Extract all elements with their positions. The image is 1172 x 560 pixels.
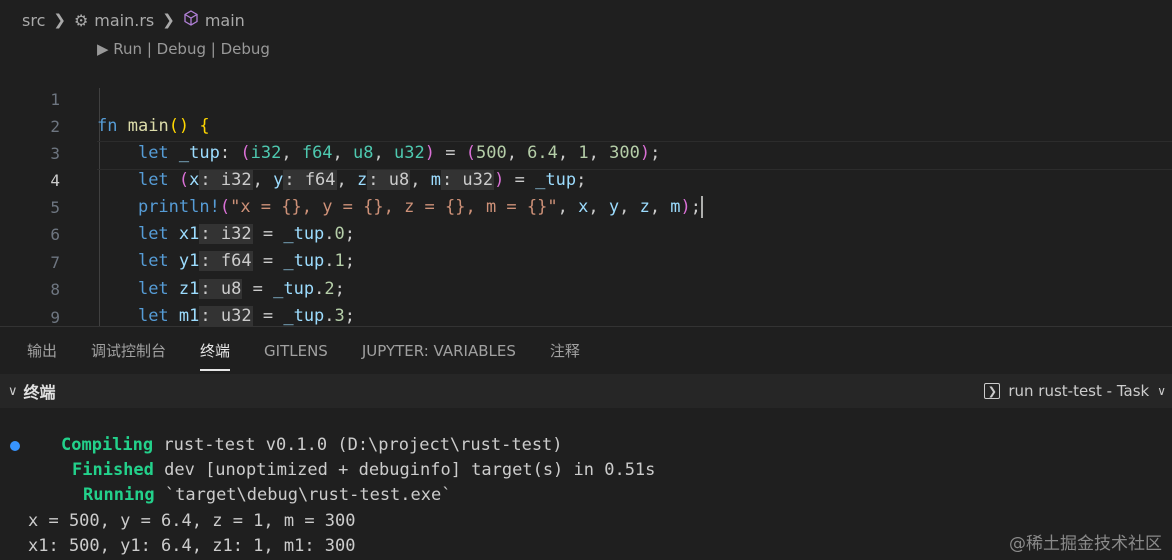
task-label: run rust-test - Task (1008, 382, 1150, 400)
code-line: 1 fn main() { (0, 59, 1172, 136)
terminal-line: x = 500, y = 6.4, z = 1, m = 300 (28, 511, 356, 531)
breadcrumb: src ❯ ⚙ main.rs ❯ main (0, 0, 1172, 40)
tab-debug-console[interactable]: 调试控制台 (91, 327, 166, 375)
terminal-output[interactable]: Compiling rust-test v0.1.0 (D:\project\r… (0, 408, 1172, 560)
rust-file-icon: ⚙ (73, 10, 89, 30)
code-line: 5 let x1: i32 = _tup.0; (0, 167, 1172, 244)
chevron-down-icon[interactable]: ∨ (1157, 384, 1166, 398)
terminal-line: Running `target\debug\rust-test.exe` (83, 485, 452, 505)
terminal-title: 终端 (23, 383, 56, 402)
code-editor[interactable]: ▶ Run | Debug | Debug 1 fn main() { 2 le… (0, 36, 1172, 326)
terminal-header: ∨ 终端 ❯ run rust-test - Task ∨ (0, 374, 1172, 408)
code-line: 9 println!("x1: {}, y1: {}, z1: {}, m1: … (0, 277, 1172, 326)
code-line: 2 let _tup: (i32, f64, u8, u32) = (500, … (0, 86, 1172, 163)
chevron-right-icon: ❯ (162, 11, 175, 29)
code-line: 7 let z1: u8 = _tup.2; (0, 222, 1172, 299)
breadcrumb-file[interactable]: main.rs (94, 11, 154, 30)
breadcrumb-symbol[interactable]: main (205, 11, 245, 30)
codelens[interactable]: ▶ Run | Debug | Debug (97, 40, 270, 58)
code-line: 10 } (0, 304, 1172, 326)
terminal-line: Compiling rust-test v0.1.0 (D:\project\r… (61, 435, 563, 455)
chevron-down-icon[interactable]: ∨ (8, 384, 18, 399)
tab-output[interactable]: 输出 (27, 327, 57, 375)
terminal-line: Finished dev [unoptimized + debuginfo] t… (72, 460, 656, 480)
tab-terminal[interactable]: 终端 (200, 327, 231, 375)
tab-comments[interactable]: 注释 (550, 327, 580, 375)
breadcrumb-folder[interactable]: src (22, 11, 45, 30)
code-line: 6 let y1: f64 = _tup.1; (0, 194, 1172, 271)
symbol-cube-icon (183, 10, 199, 30)
code-line: 4 println!("x = {}, y = {}, z = {}, m = … (0, 140, 1172, 218)
terminal-line: x1: 500, y1: 6.4, z1: 1, m1: 300 (28, 536, 356, 556)
panel-tabs: 输出 调试控制台 终端 GITLENS JUPYTER: VARIABLES 注… (0, 326, 1172, 374)
chevron-right-icon: ❯ (53, 11, 66, 29)
tab-jupyter-variables[interactable]: JUPYTER: VARIABLES (362, 327, 516, 375)
terminal-task-selector[interactable]: ❯ run rust-test - Task ∨ (984, 374, 1166, 408)
tab-gitlens[interactable]: GITLENS (264, 327, 328, 375)
command-decoration-icon[interactable] (10, 441, 20, 451)
watermark: @稀土掘金技术社区 (1009, 534, 1162, 554)
terminal-icon: ❯ (984, 383, 1001, 399)
code-line: 8 let m1: u32 = _tup.3; (0, 249, 1172, 326)
code-line: 3 let (x: i32, y: f64, z: u8, m: u32) = … (0, 113, 1172, 190)
